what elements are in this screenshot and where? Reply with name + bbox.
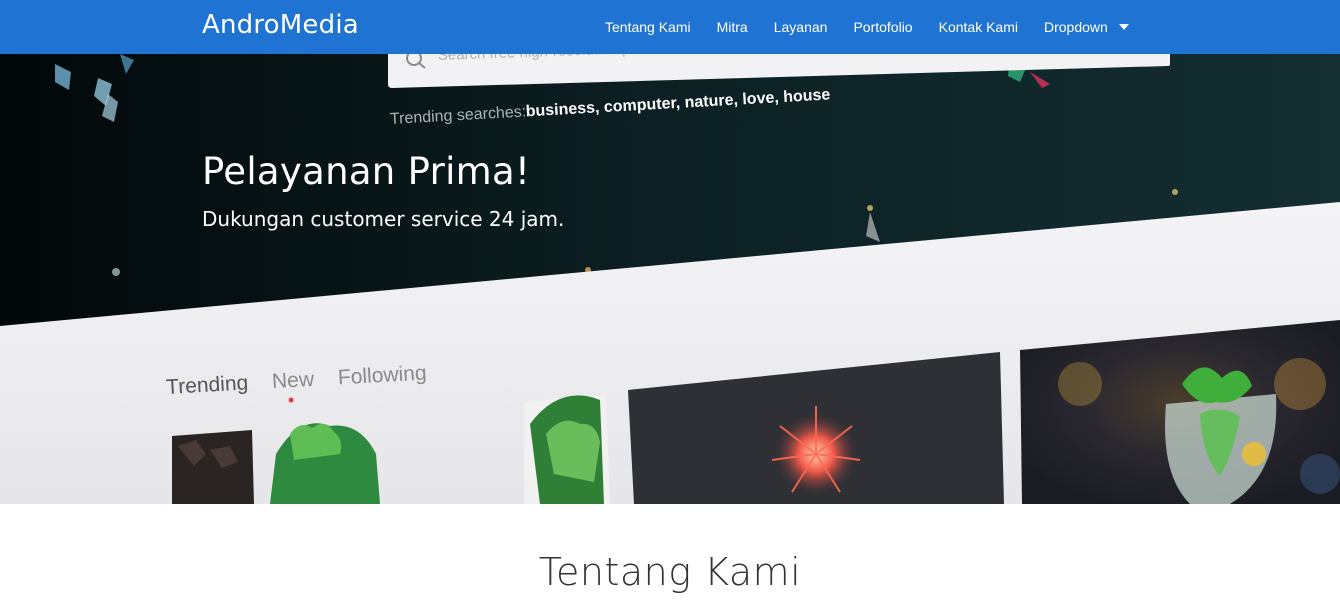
background-tab-trending: Trending [166,371,249,399]
nav-item-mitra[interactable]: Mitra [704,19,761,35]
brand-logo[interactable]: AndroMedia [202,10,359,40]
nav-item-tentang-kami[interactable]: Tentang Kami [592,19,704,35]
background-tab-new: New [271,368,315,393]
nav-item-layanan[interactable]: Layanan [761,19,841,35]
hero-subtitle: Dukungan customer service 24 jam. [202,207,565,231]
hero-caption: Pelayanan Prima! Dukungan customer servi… [202,150,564,231]
caret-down-icon[interactable] [1118,24,1129,30]
hero-carousel: Search free high-resolution photos Trend… [0,54,1340,504]
nav-menu: Tentang Kami Mitra Layanan Portofolio Ko… [592,0,1129,54]
section-title-tentang-kami: Tentang Kami [538,550,802,594]
navbar: AndroMedia Tentang Kami Mitra Layanan Po… [0,0,1340,54]
hero-title: Pelayanan Prima! [202,150,531,193]
nav-item-portofolio[interactable]: Portofolio [840,19,925,35]
nav-item-kontak-kami[interactable]: Kontak Kami [926,19,1031,35]
nav-item-dropdown[interactable]: Dropdown [1031,19,1121,35]
hero-background-photo: Search free high-resolution photos Trend… [0,54,1340,504]
